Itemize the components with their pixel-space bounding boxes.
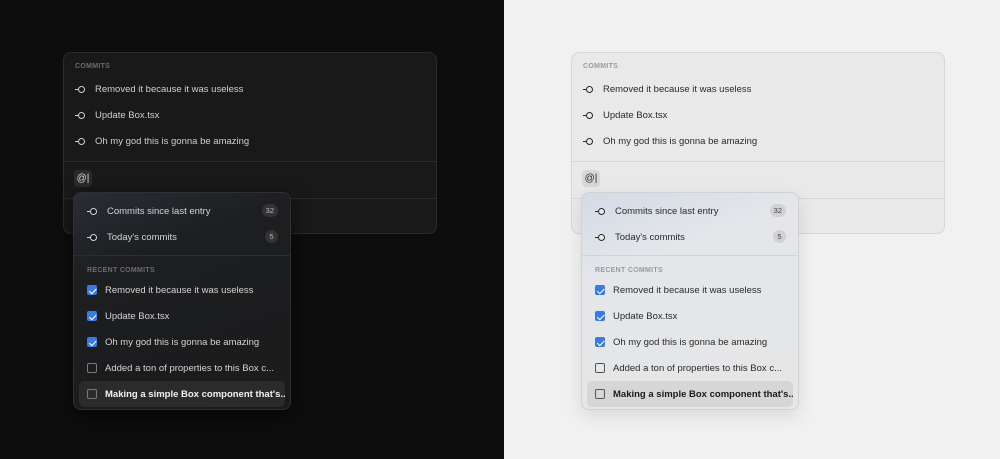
option-label: Today's commits xyxy=(107,231,177,243)
checkbox-checked[interactable] xyxy=(595,337,605,347)
recent-commit-label: Making a simple Box component that's... xyxy=(613,388,793,400)
checkbox-checked[interactable] xyxy=(595,285,605,295)
checkbox-unchecked[interactable] xyxy=(87,363,97,373)
commit-item-label: Update Box.tsx xyxy=(95,109,160,121)
recent-commit-label: Update Box.tsx xyxy=(613,310,678,322)
mention-input[interactable]: @| xyxy=(582,170,600,187)
divider xyxy=(64,161,436,162)
divider xyxy=(572,161,944,162)
checkbox-checked[interactable] xyxy=(87,285,97,295)
recent-commit-item[interactable]: Added a ton of properties to this Box c.… xyxy=(79,355,285,381)
commit-icon xyxy=(595,207,605,215)
commit-icon xyxy=(75,111,85,119)
commits-section-label: COMMITS xyxy=(75,63,111,70)
commit-icon xyxy=(75,85,85,93)
checkbox-checked[interactable] xyxy=(87,337,97,347)
commit-item[interactable]: Removed it because it was useless xyxy=(583,81,751,97)
commit-item[interactable]: Removed it because it was useless xyxy=(75,81,243,97)
commit-item[interactable]: Oh my god this is gonna be amazing xyxy=(583,133,757,149)
divider xyxy=(74,255,290,256)
recent-commit-item-highlighted[interactable]: Making a simple Box component that's... xyxy=(587,381,793,407)
option-label: Today's commits xyxy=(615,231,685,243)
commit-icon xyxy=(583,111,593,119)
checkbox-unchecked[interactable] xyxy=(87,389,97,399)
recent-commit-item[interactable]: Oh my god this is gonna be amazing xyxy=(79,329,285,355)
dropdown-option-since-last-entry[interactable]: Commits since last entry 32 xyxy=(595,202,790,220)
count-badge: 5 xyxy=(265,230,278,243)
commit-item[interactable]: Update Box.tsx xyxy=(75,107,159,123)
checkbox-checked[interactable] xyxy=(87,311,97,321)
mention-dropdown: Commits since last entry 32 Today's comm… xyxy=(581,192,799,410)
option-label: Commits since last entry xyxy=(615,205,719,217)
dark-theme-preview: COMMITS Removed it because it was useles… xyxy=(0,0,504,459)
recent-commit-item[interactable]: Added a ton of properties to this Box c.… xyxy=(587,355,793,381)
commits-section-label: COMMITS xyxy=(583,63,619,70)
light-theme-preview: COMMITS Removed it because it was useles… xyxy=(504,0,1000,459)
count-badge: 5 xyxy=(773,230,786,243)
recent-commit-item[interactable]: Update Box.tsx xyxy=(587,303,793,329)
dropdown-option-since-last-entry[interactable]: Commits since last entry 32 xyxy=(87,202,282,220)
commit-icon xyxy=(583,137,593,145)
option-label: Commits since last entry xyxy=(107,205,211,217)
divider xyxy=(582,255,798,256)
checkbox-unchecked[interactable] xyxy=(595,389,605,399)
recent-commit-label: Added a ton of properties to this Box c.… xyxy=(105,362,274,374)
commit-item-label: Oh my god this is gonna be amazing xyxy=(95,135,250,147)
commit-icon xyxy=(87,207,97,215)
dropdown-option-todays-commits[interactable]: Today's commits 5 xyxy=(595,228,790,246)
commit-item-label: Update Box.tsx xyxy=(603,109,668,121)
commit-icon xyxy=(595,233,605,241)
checkbox-unchecked[interactable] xyxy=(595,363,605,373)
recent-commit-label: Removed it because it was useless xyxy=(105,284,254,296)
commit-item-label: Removed it because it was useless xyxy=(603,83,752,95)
commit-icon xyxy=(87,233,97,241)
commit-icon xyxy=(75,137,85,145)
recent-commit-label: Removed it because it was useless xyxy=(613,284,762,296)
count-badge: 32 xyxy=(769,204,786,217)
commit-item-label: Removed it because it was useless xyxy=(95,83,244,95)
mention-dropdown: Commits since last entry 32 Today's comm… xyxy=(73,192,291,410)
recent-commit-label: Oh my god this is gonna be amazing xyxy=(105,336,260,348)
recent-commit-label: Oh my god this is gonna be amazing xyxy=(613,336,768,348)
recent-commit-label: Making a simple Box component that's... xyxy=(105,388,285,400)
recent-commit-item[interactable]: Oh my god this is gonna be amazing xyxy=(587,329,793,355)
mention-input[interactable]: @| xyxy=(74,170,92,187)
commit-item[interactable]: Update Box.tsx xyxy=(583,107,667,123)
recent-commit-item[interactable]: Update Box.tsx xyxy=(79,303,285,329)
commit-item[interactable]: Oh my god this is gonna be amazing xyxy=(75,133,249,149)
recent-commit-item[interactable]: Removed it because it was useless xyxy=(79,277,285,303)
recent-commit-label: Added a ton of properties to this Box c.… xyxy=(613,362,782,374)
checkbox-checked[interactable] xyxy=(595,311,605,321)
count-badge: 32 xyxy=(261,204,278,217)
recent-commit-label: Update Box.tsx xyxy=(105,310,170,322)
commit-icon xyxy=(583,85,593,93)
dropdown-option-todays-commits[interactable]: Today's commits 5 xyxy=(87,228,282,246)
recent-commits-label: RECENT COMMITS xyxy=(595,267,663,274)
recent-commits-label: RECENT COMMITS xyxy=(87,267,155,274)
commit-item-label: Oh my god this is gonna be amazing xyxy=(603,135,758,147)
recent-commit-item[interactable]: Removed it because it was useless xyxy=(587,277,793,303)
recent-commit-item-highlighted[interactable]: Making a simple Box component that's... xyxy=(79,381,285,407)
